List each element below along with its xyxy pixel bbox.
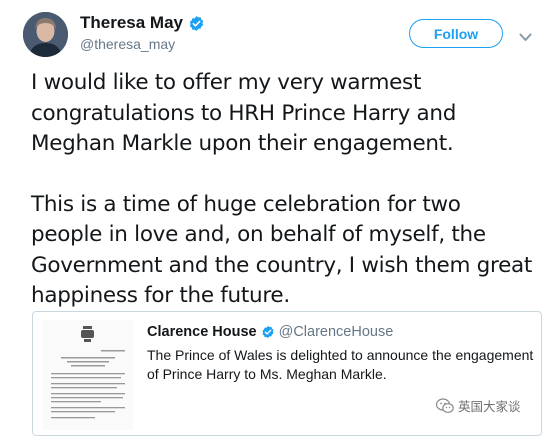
tweet-paragraph: This is a time of huge celebration for t… bbox=[31, 191, 533, 309]
quoted-tweet-text: The Prince of Wales is delighted to anno… bbox=[147, 347, 534, 382]
quoted-handle[interactable]: @ClarenceHouse bbox=[279, 324, 394, 340]
quoted-tweet-card[interactable]: Clarence House @ClarenceHouse The Prince… bbox=[32, 311, 542, 436]
tweet-text: I would like to offer my very warmest co… bbox=[31, 68, 536, 312]
announcement-document-image bbox=[43, 320, 133, 430]
tweet-paragraph: I would like to offer my very warmest co… bbox=[31, 70, 457, 156]
wechat-icon bbox=[436, 397, 454, 414]
verified-badge-icon bbox=[188, 15, 205, 32]
follow-button[interactable]: Follow bbox=[409, 19, 503, 48]
chevron-down-icon[interactable] bbox=[519, 27, 532, 46]
author-display-name[interactable]: Theresa May bbox=[80, 13, 183, 33]
author-name-row: Theresa May bbox=[80, 13, 205, 33]
verified-badge-icon bbox=[261, 325, 275, 339]
quoted-author-row: Clarence House @ClarenceHouse bbox=[147, 324, 393, 340]
author-avatar[interactable] bbox=[23, 12, 68, 57]
watermark-text: 英国大家谈 bbox=[458, 399, 521, 414]
avatar-photo bbox=[23, 12, 68, 57]
watermark: 英国大家谈 bbox=[436, 396, 521, 415]
quoted-display-name[interactable]: Clarence House bbox=[147, 324, 257, 340]
author-handle[interactable]: @theresa_may bbox=[80, 36, 175, 52]
